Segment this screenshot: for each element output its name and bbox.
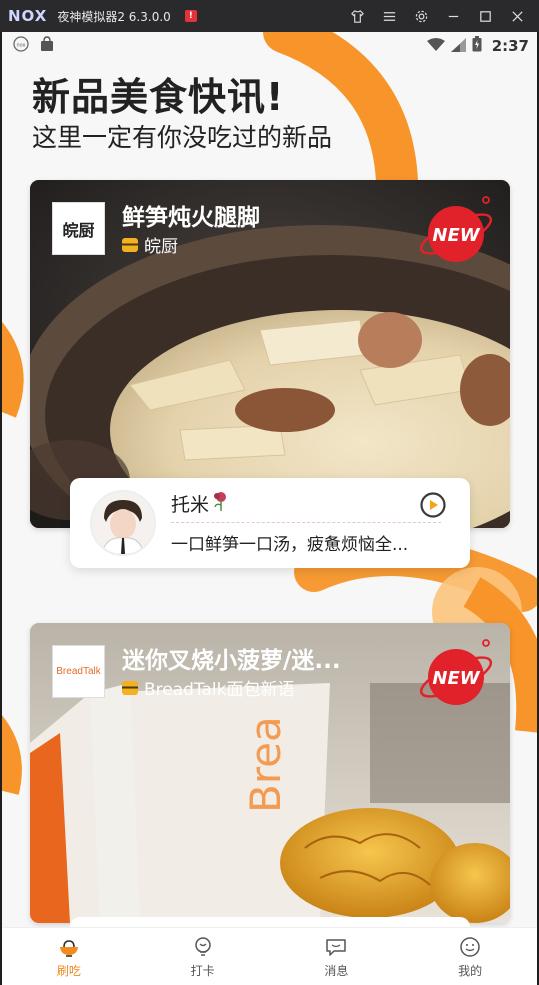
- phone-screen: nox 2:37 新品美食快讯! 这里一定有你没吃过的新品 皖厨 鲜笋炖火腿脚 …: [2, 32, 537, 985]
- store-logo-text: BreadTalk: [56, 666, 101, 677]
- food-card[interactable]: Brea BreadTalk 迷你叉烧小菠萝/迷... BreadTalk面包新…: [30, 623, 510, 923]
- nav-item-checkin[interactable]: 打卡: [136, 928, 270, 985]
- emulator-logo: NOX: [8, 7, 48, 25]
- emulator-title: 夜神模拟器2 6.3.0.0: [57, 9, 171, 24]
- maximize-icon[interactable]: [469, 0, 501, 32]
- nav-label: 刷吃: [56, 963, 81, 978]
- smile-icon: [460, 936, 480, 957]
- avatar[interactable]: [90, 490, 156, 556]
- shirt-icon[interactable]: [341, 0, 373, 32]
- status-bar: nox 2:37: [2, 32, 537, 60]
- shopping-bag-icon: [39, 36, 55, 56]
- food-card[interactable]: 皖厨 鲜笋炖火腿脚 皖厨 NEW: [30, 180, 510, 528]
- comment-username: 托米: [171, 494, 210, 516]
- comment-divider: [171, 522, 441, 523]
- store-name: 皖厨: [144, 237, 178, 257]
- new-badge: NEW: [416, 190, 496, 274]
- bottom-nav: 刷吃 打卡 消息 我的: [2, 927, 537, 985]
- nox-status-icon: nox: [13, 36, 29, 56]
- nav-item-messages[interactable]: 消息: [270, 928, 404, 985]
- flower-icon: [212, 491, 230, 516]
- page-title: 新品美食快讯!: [32, 75, 285, 119]
- store-icon: [122, 680, 138, 695]
- gear-icon[interactable]: [405, 0, 437, 32]
- battery-icon: [472, 36, 482, 56]
- card-title: 鲜笋炖火腿脚: [122, 205, 260, 231]
- wifi-icon: [426, 37, 445, 56]
- new-badge: NEW: [416, 633, 496, 717]
- nav-label: 消息: [324, 963, 349, 978]
- comment-bubble[interactable]: 托米 一口鲜笋一口汤，疲惫烦恼全...: [70, 478, 470, 568]
- badge-text: NEW: [432, 668, 480, 689]
- bowl-icon: [59, 939, 78, 957]
- play-icon[interactable]: [420, 492, 446, 518]
- store-logo: BreadTalk: [52, 645, 105, 698]
- warning-icon[interactable]: !: [184, 10, 197, 22]
- status-time: 2:37: [491, 37, 529, 55]
- svg-text:nox: nox: [16, 43, 25, 49]
- card-store[interactable]: BreadTalk面包新语: [122, 675, 295, 700]
- nav-item-feed[interactable]: 刷吃: [2, 928, 136, 985]
- card-store[interactable]: 皖厨: [122, 232, 178, 257]
- nav-label: 我的: [458, 963, 483, 978]
- store-icon: [122, 237, 138, 252]
- close-icon[interactable]: [501, 0, 533, 32]
- chat-icon: [326, 938, 347, 956]
- nav-item-profile[interactable]: 我的: [403, 928, 537, 985]
- comment-user[interactable]: 托米: [171, 490, 230, 517]
- svg-text:Brea: Brea: [241, 716, 290, 813]
- bulb-icon: [194, 936, 211, 956]
- store-logo-text: 皖厨: [62, 220, 95, 240]
- minimize-icon[interactable]: [437, 0, 469, 32]
- comment-text: 一口鲜笋一口汤，疲惫烦恼全...: [171, 535, 409, 555]
- emulator-title-bar: NOX 夜神模拟器2 6.3.0.0 !: [0, 0, 539, 32]
- badge-text: NEW: [432, 225, 480, 246]
- page-subtitle: 这里一定有你没吃过的新品: [32, 123, 333, 152]
- signal-icon: [450, 37, 466, 56]
- store-logo: 皖厨: [52, 202, 105, 255]
- menu-icon[interactable]: [373, 0, 405, 32]
- store-name: BreadTalk面包新语: [144, 680, 295, 700]
- card-title: 迷你叉烧小菠萝/迷...: [122, 648, 341, 674]
- nav-label: 打卡: [190, 963, 215, 978]
